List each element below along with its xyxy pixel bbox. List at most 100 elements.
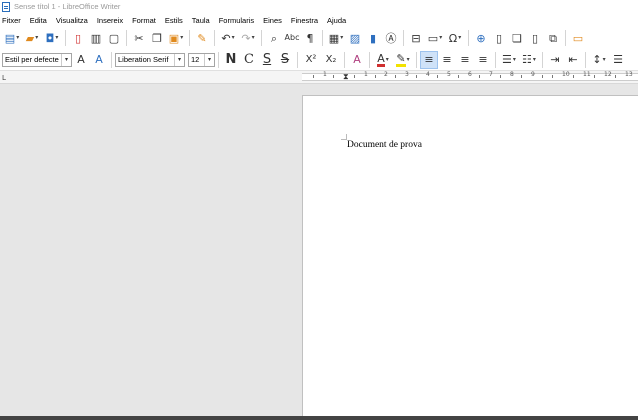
pilcrow-icon[interactable]: ¶ bbox=[301, 29, 319, 47]
document-workspace: Document de prova bbox=[0, 85, 638, 420]
print-preview-icon[interactable]: ▢ bbox=[105, 29, 123, 47]
cross-reference-icon[interactable]: ⧉ bbox=[544, 29, 562, 47]
copy-icon[interactable]: ❐ bbox=[148, 29, 166, 47]
superscript-button[interactable]: X² bbox=[301, 51, 321, 69]
indent-marker-icon[interactable]: ⧗ bbox=[343, 72, 349, 82]
menu-visualitza[interactable]: Visualitza bbox=[56, 16, 88, 25]
line-spacing-icon[interactable]: ↕ ▾ bbox=[589, 51, 609, 69]
bold-button[interactable]: N bbox=[222, 51, 240, 69]
title-bar: Sense títol 1 - LibreOffice Writer bbox=[0, 0, 638, 13]
toolbar-separator bbox=[214, 30, 215, 46]
menu-edita[interactable]: Edita bbox=[30, 16, 47, 25]
align-justify-icon[interactable]: ≡ bbox=[474, 51, 492, 69]
strikethrough-button[interactable]: S bbox=[276, 51, 294, 69]
menu-formularis[interactable]: Formularis bbox=[219, 16, 254, 25]
window-title: Sense títol 1 - LibreOffice Writer bbox=[14, 2, 121, 11]
toolbar-separator bbox=[344, 51, 345, 68]
ruler-tick bbox=[594, 75, 595, 78]
font-size-value: 12 bbox=[191, 55, 200, 64]
ruler-number: 4 bbox=[426, 71, 430, 78]
toolbar-separator bbox=[403, 30, 404, 46]
writer-app-icon bbox=[2, 1, 10, 12]
font-size-combo[interactable]: 12 ▾ bbox=[188, 52, 215, 67]
highlight-color-icon[interactable]: ✎ ▾ bbox=[393, 51, 413, 69]
ruler-tick bbox=[542, 75, 543, 78]
tab-stop-icon[interactable]: L bbox=[2, 74, 6, 82]
ruler-number: 11 bbox=[583, 71, 591, 78]
font-color-icon[interactable]: A ▾ bbox=[373, 51, 393, 69]
insert-field-icon[interactable]: ▭ ▾ bbox=[425, 29, 445, 47]
footnote-icon[interactable]: ▯ bbox=[490, 29, 508, 47]
chevron-down-icon[interactable]: ▾ bbox=[174, 53, 184, 66]
paragraph-spacing-icon[interactable]: ☰ bbox=[609, 51, 627, 69]
ruler-tick bbox=[313, 75, 314, 78]
document-text[interactable]: Document de prova bbox=[347, 140, 422, 150]
spelling-icon[interactable]: Abc bbox=[283, 29, 301, 47]
new-document-icon[interactable]: ▤ ▾ bbox=[2, 29, 22, 47]
insert-table-icon[interactable]: ▦ ▾ bbox=[326, 29, 346, 47]
toolbar-separator bbox=[111, 51, 112, 68]
endnote-icon[interactable]: ❏ bbox=[508, 29, 526, 47]
comment-icon[interactable]: ▭ bbox=[569, 29, 587, 47]
horizontal-ruler[interactable]: L ⧗ 1 1 2 3 4 5 6 7 8 9 10 11 12 13 bbox=[0, 71, 638, 84]
menu-eines[interactable]: Eines bbox=[263, 16, 282, 25]
paste-icon[interactable]: ▣ ▾ bbox=[166, 29, 186, 47]
align-left-icon[interactable]: ≡ bbox=[420, 50, 438, 69]
chevron-down-icon[interactable]: ▾ bbox=[61, 53, 71, 66]
clone-formatting-icon[interactable]: ✎ bbox=[193, 29, 211, 47]
find-replace-icon[interactable]: ⌕ bbox=[265, 29, 283, 47]
increase-indent-icon[interactable]: ⇥ bbox=[546, 51, 564, 69]
update-style-icon[interactable]: A bbox=[72, 51, 90, 69]
toolbar-separator bbox=[218, 51, 219, 68]
italic-button[interactable]: C bbox=[240, 51, 258, 69]
toolbar-separator bbox=[369, 51, 370, 68]
decrease-indent-icon[interactable]: ⇤ bbox=[564, 51, 582, 69]
document-page[interactable]: Document de prova bbox=[302, 95, 638, 420]
open-folder-icon[interactable]: ▰ ▾ bbox=[22, 29, 42, 47]
ruler-tick bbox=[333, 75, 334, 78]
page-break-icon[interactable]: ⊟ bbox=[407, 29, 425, 47]
menu-ajuda[interactable]: Ajuda bbox=[327, 16, 346, 25]
toolbar-separator bbox=[297, 51, 298, 68]
ruler-number: 9 bbox=[531, 71, 535, 78]
menu-estils[interactable]: Estils bbox=[165, 16, 183, 25]
font-name-combo[interactable]: Liberation Serif ▾ bbox=[115, 52, 185, 67]
ruler-tick bbox=[615, 75, 616, 78]
insert-chart-icon[interactable]: ▮ bbox=[364, 29, 382, 47]
toolbar-separator bbox=[495, 51, 496, 68]
clear-formatting-icon[interactable]: A bbox=[348, 51, 366, 69]
bookmark-icon[interactable]: ▯ bbox=[526, 29, 544, 47]
redo-icon[interactable]: ↷ ▾ bbox=[238, 29, 258, 47]
ruler-tick bbox=[479, 75, 480, 78]
insert-textbox-icon[interactable]: Ⓐ bbox=[382, 29, 400, 47]
ruler-number: 2 bbox=[384, 71, 388, 78]
align-right-icon[interactable]: ≡ bbox=[456, 51, 474, 69]
chevron-down-icon[interactable]: ▾ bbox=[204, 53, 214, 66]
menu-finestra[interactable]: Finestra bbox=[291, 16, 318, 25]
align-center-icon[interactable]: ≡ bbox=[438, 51, 456, 69]
bullet-list-icon[interactable]: ☰ ▾ bbox=[499, 51, 519, 69]
numbered-list-icon[interactable]: ☷ ▾ bbox=[519, 51, 539, 69]
new-style-icon[interactable]: A bbox=[90, 51, 108, 69]
hyperlink-icon[interactable]: ⊕ bbox=[472, 29, 490, 47]
cut-icon[interactable]: ✂ bbox=[130, 29, 148, 47]
print-icon[interactable]: ▥ bbox=[87, 29, 105, 47]
subscript-button[interactable]: X₂ bbox=[321, 51, 341, 69]
menu-insereix[interactable]: Insereix bbox=[97, 16, 123, 25]
paragraph-style-combo[interactable]: Estil per defecte ▾ bbox=[2, 52, 72, 67]
standard-toolbar: ▤ ▾ ▰ ▾ ◘ ▾ ▯ ▥ ▢ ✂ ❐ ▣ ▾ ✎ ↶ ▾ ↷ ▾ ⌕ Abc ¶ ▦ ▾… bbox=[0, 27, 638, 49]
export-pdf-icon[interactable]: ▯ bbox=[69, 29, 87, 47]
menu-taula[interactable]: Taula bbox=[192, 16, 210, 25]
ruler-tick bbox=[500, 75, 501, 78]
underline-button[interactable]: S bbox=[258, 51, 276, 69]
undo-icon[interactable]: ↶ ▾ bbox=[218, 29, 238, 47]
ruler-number: 6 bbox=[468, 71, 472, 78]
ruler-number: 13 bbox=[625, 71, 633, 78]
omega-icon[interactable]: Ω ▾ bbox=[445, 29, 465, 47]
toolbar-separator bbox=[126, 30, 127, 46]
menu-format[interactable]: Format bbox=[132, 16, 156, 25]
insert-image-icon[interactable]: ▨ bbox=[346, 29, 364, 47]
save-icon[interactable]: ◘ ▾ bbox=[42, 29, 62, 47]
ruler-tick bbox=[416, 75, 417, 78]
menu-fitxer[interactable]: Fitxer bbox=[2, 16, 21, 25]
